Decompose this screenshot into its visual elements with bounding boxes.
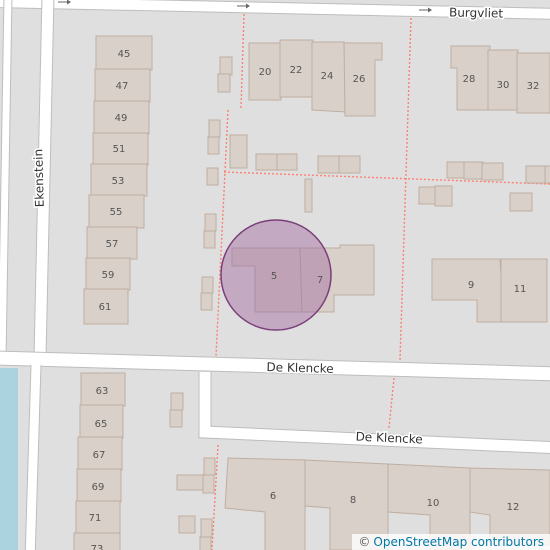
footpath: [240, 13, 245, 109]
house-number: 47: [116, 81, 129, 92]
house-number: 53: [112, 176, 125, 187]
house-number: 69: [92, 482, 105, 493]
building: [206, 167, 219, 186]
house-number: 8: [350, 495, 356, 506]
building: [204, 213, 217, 232]
house-number: 49: [115, 113, 128, 124]
house-number: 20: [259, 67, 272, 78]
house-number: 61: [99, 302, 112, 313]
map-attribution: © OpenStreetMap contributors: [352, 534, 550, 550]
street-label-ekenstein: Ekenstein: [31, 149, 47, 208]
house-number: 30: [497, 80, 510, 91]
building: [446, 161, 466, 179]
canal: [0, 368, 18, 550]
road-sw: [25, 364, 41, 550]
building: [509, 192, 533, 212]
building: [304, 178, 313, 213]
building: [169, 409, 183, 428]
footpath: [399, 17, 412, 361]
building: [170, 392, 184, 411]
house-number: 59: [102, 270, 115, 281]
map-canvas[interactable]: 45 47 49 51 53 55 57 59 61 20 22 24 26 2…: [0, 0, 550, 550]
house-number: 11: [514, 284, 527, 295]
house-number: 65: [95, 419, 108, 430]
house-number: 5: [271, 271, 277, 282]
street-label-de-klencke: De Klencke: [266, 360, 334, 376]
building: [463, 161, 484, 180]
building: [224, 457, 306, 550]
house-number: 28: [463, 74, 476, 85]
street-label-de-klencke-lower: De Klencke: [355, 430, 423, 447]
building: [200, 518, 213, 538]
building: [203, 457, 216, 476]
building: [208, 119, 221, 138]
house-number: 26: [353, 74, 366, 85]
map-view[interactable]: 45 47 49 51 53 55 57 59 61 20 22 24 26 2…: [0, 0, 550, 550]
building: [176, 474, 205, 491]
building: [200, 292, 213, 311]
footpath: [388, 377, 395, 429]
house-number: 24: [321, 71, 334, 82]
street-label-burgvliet: Burgvliet: [449, 5, 504, 20]
house-number: 22: [290, 65, 303, 76]
building: [201, 276, 214, 294]
building: [207, 136, 220, 155]
building: [525, 165, 547, 184]
building: [255, 153, 279, 171]
house-number: 7: [317, 275, 323, 286]
house-number: 63: [96, 386, 109, 397]
building: [202, 474, 215, 494]
building: [276, 153, 298, 171]
water-layer: [0, 368, 18, 550]
house-number: 9: [468, 280, 474, 291]
house-number: 73: [91, 544, 104, 550]
house-number: 71: [89, 513, 102, 524]
house-number: 12: [507, 502, 520, 513]
house-number: 51: [113, 144, 126, 155]
house-number: 55: [110, 207, 123, 218]
building: [317, 155, 341, 174]
building: [338, 155, 361, 174]
osm-contributors-link[interactable]: OpenStreetMap contributors: [373, 535, 544, 549]
building: [434, 185, 453, 207]
building: [217, 73, 231, 93]
house-number: 6: [270, 491, 276, 502]
house-number: 45: [118, 49, 131, 60]
building: [481, 162, 504, 181]
house-number: 67: [93, 450, 106, 461]
house-number: 10: [427, 498, 440, 509]
building: [544, 165, 550, 184]
building: [203, 230, 216, 249]
copyright-symbol: ©: [358, 535, 371, 549]
building: [199, 536, 212, 550]
building: [219, 56, 233, 76]
building: [178, 515, 196, 534]
building: [418, 186, 437, 205]
house-number: 32: [527, 81, 540, 92]
house-number: 57: [106, 239, 119, 250]
building: [229, 134, 248, 169]
